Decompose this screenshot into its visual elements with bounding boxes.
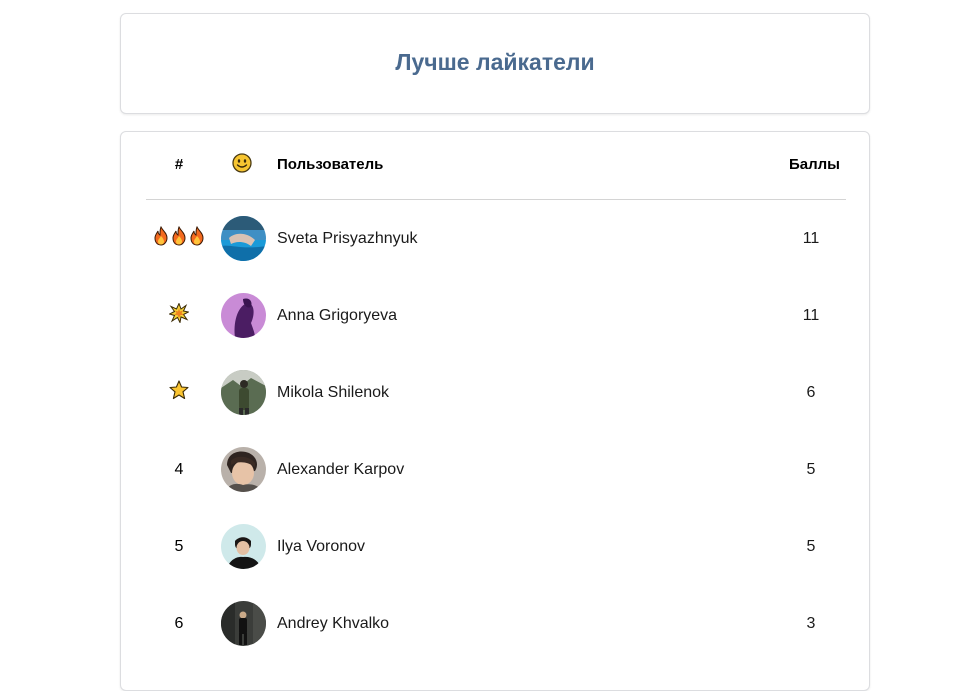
- avatar[interactable]: [221, 601, 266, 646]
- user-name[interactable]: Ilya Voronov: [277, 508, 365, 585]
- points-value: 11: [802, 229, 820, 247]
- table-row: Sveta Prisyazhnyuk 11: [146, 200, 846, 277]
- table-row: Mikola Shilenok 6: [146, 354, 846, 431]
- user-name[interactable]: Sveta Prisyazhnyuk: [277, 200, 418, 277]
- rank-cell: [146, 354, 212, 431]
- points-value: 11: [802, 306, 820, 324]
- user-name[interactable]: Anna Grigoryeva: [277, 277, 397, 354]
- collision-burst-icon: [168, 302, 191, 328]
- title-card: Лучше лайкатели: [120, 13, 870, 114]
- rank-cell: 4: [174, 460, 184, 478]
- avatar[interactable]: [221, 370, 266, 415]
- user-name[interactable]: Andrey Khvalko: [277, 585, 389, 662]
- avatar[interactable]: [221, 293, 266, 338]
- points-column-header: Баллы: [789, 156, 840, 173]
- user-name[interactable]: Mikola Shilenok: [277, 354, 389, 431]
- rank-column-header: #: [174, 156, 184, 173]
- points-value: 5: [806, 537, 816, 555]
- avatar[interactable]: [221, 524, 266, 569]
- fire-icon: [152, 225, 206, 251]
- user-column-header: Пользователь: [277, 156, 384, 173]
- rank-cell: 6: [174, 614, 184, 632]
- rank-cell: 5: [174, 537, 184, 555]
- avatar[interactable]: [221, 447, 266, 492]
- points-value: 5: [806, 460, 816, 478]
- points-value: 6: [806, 383, 816, 401]
- table-row: 6 Andrey Khvalko 3: [146, 585, 846, 662]
- rank-cell: [146, 277, 212, 354]
- rank-cell: [146, 200, 212, 277]
- page-title: Лучше лайкатели: [395, 49, 595, 75]
- table-row: Anna Grigoryeva 11: [146, 277, 846, 354]
- points-value: 3: [806, 614, 816, 632]
- user-name[interactable]: Alexander Karpov: [277, 431, 404, 508]
- table-row: 4 Alexander Karpov 5: [146, 431, 846, 508]
- leaderboard-card: # Пользователь Баллы Sveta Prisyazhnyuk …: [120, 131, 870, 691]
- smiley-face-icon: [232, 153, 252, 173]
- star-icon: [169, 380, 189, 405]
- table-row: 5 Ilya Voronov 5: [146, 508, 846, 585]
- avatar[interactable]: [221, 216, 266, 261]
- table-header: # Пользователь Баллы: [146, 132, 846, 200]
